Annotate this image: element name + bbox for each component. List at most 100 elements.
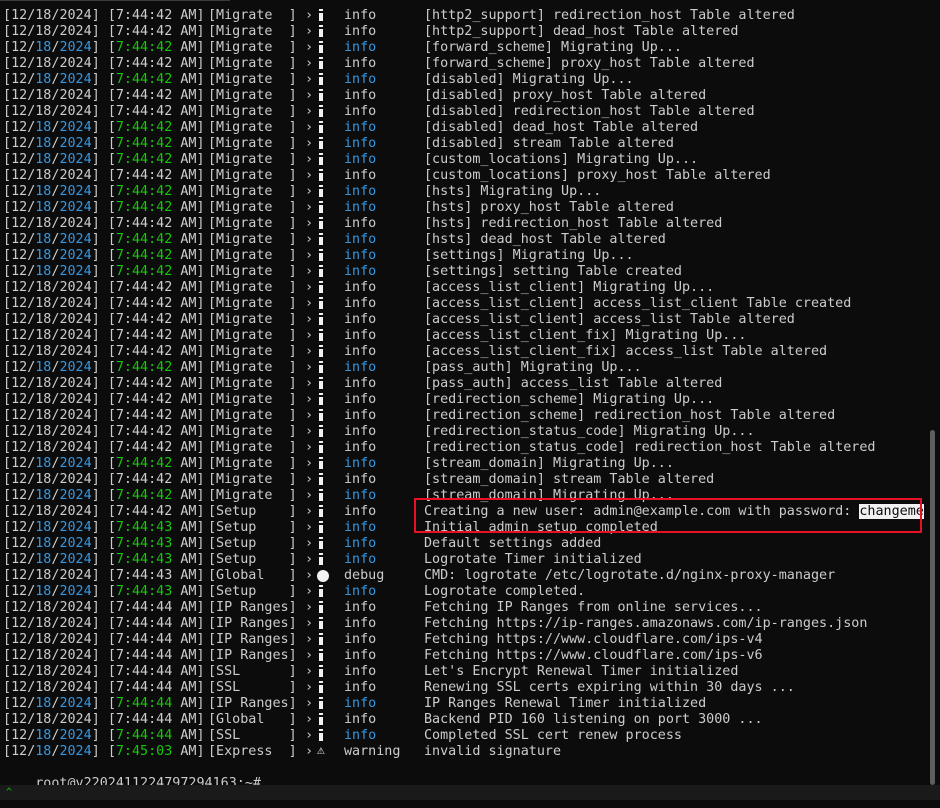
info-icon [319,552,323,569]
separator-chevron-icon: › [305,264,314,279]
log-scope: [Migrate ] [208,8,297,23]
terminal-window[interactable]: [12/18/2024] [7:44:42 AM] [Migrate ] › info… [0,0,925,791]
info-icon [319,200,323,217]
log-level: info [344,360,377,375]
log-level: info [344,552,377,567]
log-level: info [344,184,377,199]
info-icon [319,472,323,489]
log-timestamp: [12/18/2024] [7:44:42 AM] [3,232,205,247]
log-timestamp: [12/18/2024] [7:44:44 AM] [3,664,205,679]
scrollbar[interactable] [925,0,940,785]
log-level: info [344,280,377,295]
log-message: [access_list_client] access_list Table a… [424,312,795,327]
info-icon [319,680,323,697]
log-message: [redirection_status_code] Migrating Up..… [424,424,755,439]
log-timestamp: [12/18/2024] [7:44:42 AM] [3,344,205,359]
log-level: info [344,712,377,727]
separator-chevron-icon: › [305,248,314,263]
separator-chevron-icon: › [305,600,314,615]
info-icon [319,296,323,313]
log-level: info [344,408,377,423]
log-level: info [344,312,377,327]
log-message: [pass_auth] access_list Table altered [424,376,723,391]
log-scope: [Setup ] [208,520,297,535]
log-timestamp: [12/18/2024] [7:44:42 AM] [3,152,205,167]
log-timestamp: [12/18/2024] [7:45:03 AM] [3,744,205,759]
log-message: [forward_scheme] Migrating Up... [424,40,682,55]
log-timestamp: [12/18/2024] [7:44:44 AM] [3,600,205,615]
log-message: Initial admin setup completed [424,520,658,535]
log-level: warning [344,744,401,759]
log-scope: [Migrate ] [208,488,297,503]
log-timestamp: [12/18/2024] [7:44:42 AM] [3,472,205,487]
log-scope: [Migrate ] [208,456,297,471]
log-level: debug [344,568,385,583]
log-scope: [Migrate ] [208,376,297,391]
log-timestamp: [12/18/2024] [7:44:42 AM] [3,8,205,23]
log-scope: [Express ] [208,744,297,759]
log-message: [stream_domain] stream Table altered [424,472,715,487]
log-timestamp: [12/18/2024] [7:44:42 AM] [3,248,205,263]
info-icon [319,280,323,297]
log-message: Fetching https://ip-ranges.amazonaws.com… [424,616,868,631]
log-scope: [Migrate ] [208,344,297,359]
log-scope: [Migrate ] [208,264,297,279]
info-icon [319,56,323,73]
scrollbar-thumb[interactable] [930,430,935,785]
log-message: [disabled] stream Table altered [424,136,674,151]
log-message: CMD: logrotate /etc/logrotate.d/nginx-pr… [424,568,836,583]
info-icon [319,408,323,425]
log-level: info [344,200,377,215]
selected-password[interactable]: changeme [859,504,924,519]
log-timestamp: [12/18/2024] [7:44:42 AM] [3,56,205,71]
log-timestamp: [12/18/2024] [7:44:44 AM] [3,712,205,727]
separator-chevron-icon: › [305,72,314,87]
log-message: Backend PID 160 listening on port 3000 .… [424,712,763,727]
separator-chevron-icon: › [305,648,314,663]
warning-icon: ⚠ [317,743,325,758]
log-message: [hsts] redirection_host Table altered [424,216,723,231]
info-icon [319,456,323,473]
log-level: info [344,248,377,263]
log-message: [pass_auth] Migrating Up... [424,360,642,375]
shell-prompt[interactable]: root@v2202411224797294163:~# [3,760,261,791]
log-scope: [Migrate ] [208,136,297,151]
log-message: Logrotate Timer initialized [424,552,642,567]
log-message: [settings] Migrating Up... [424,248,634,263]
info-icon [319,136,323,153]
log-scope: [Migrate ] [208,152,297,167]
separator-chevron-icon: › [305,184,314,199]
log-message: [access_list_client_fix] access_list Tab… [424,344,828,359]
info-icon [319,584,323,601]
separator-chevron-icon: › [305,504,314,519]
log-scope: [Migrate ] [208,104,297,119]
info-icon [319,424,323,441]
separator-chevron-icon: › [305,536,314,551]
separator-chevron-icon: › [305,280,314,295]
log-message: [access_list_client_fix] Migrating Up... [424,328,747,343]
info-icon [319,24,323,41]
log-timestamp: [12/18/2024] [7:44:42 AM] [3,72,205,87]
log-timestamp: [12/18/2024] [7:44:42 AM] [3,216,205,231]
separator-chevron-icon: › [305,632,314,647]
log-level: info [344,728,377,743]
log-level: info [344,232,377,247]
log-message: Logrotate completed. [424,584,586,599]
separator-chevron-icon: › [305,456,314,471]
separator-chevron-icon: › [305,408,314,423]
log-scope: [Setup ] [208,584,297,599]
info-icon [319,664,323,681]
log-level: info [344,296,377,311]
info-icon [319,328,323,345]
log-message: [http2_support] redirection_host Table a… [424,8,795,23]
log-message: [redirection_scheme] redirection_host Ta… [424,408,836,423]
log-timestamp: [12/18/2024] [7:44:42 AM] [3,104,205,119]
log-timestamp: [12/18/2024] [7:44:42 AM] [3,456,205,471]
info-icon [319,232,323,249]
log-timestamp: [12/18/2024] [7:44:44 AM] [3,696,205,711]
log-level: info [344,696,377,711]
log-timestamp: [12/18/2024] [7:44:42 AM] [3,312,205,327]
log-level: info [344,392,377,407]
log-timestamp: [12/18/2024] [7:44:43 AM] [3,584,205,599]
info-icon [319,72,323,89]
